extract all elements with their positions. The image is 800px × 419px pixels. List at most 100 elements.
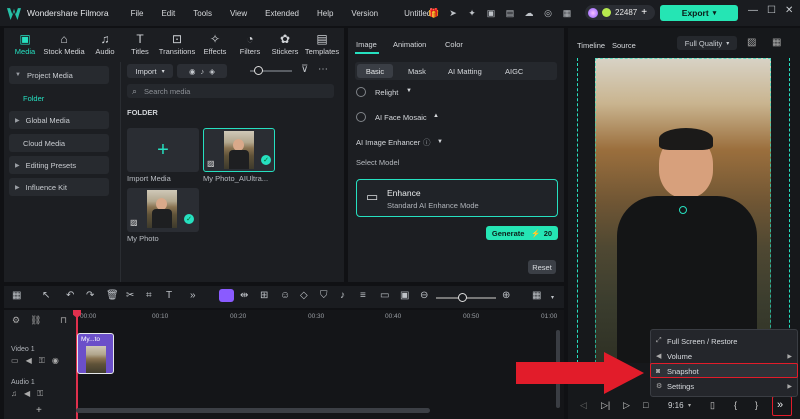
split-icon[interactable]: ✂ <box>126 290 134 301</box>
link-icon[interactable]: ⛓ <box>30 315 41 326</box>
audio-mixer-icon[interactable]: ≡ <box>360 290 366 301</box>
tab-animation[interactable]: Animation <box>393 40 426 49</box>
aspect-ratio-select[interactable]: 9:16 <box>668 401 684 410</box>
grid-icon[interactable]: ▦ <box>561 7 573 19</box>
sidebar-item-global-media[interactable]: ▶ Global Media <box>9 111 109 129</box>
shield-icon[interactable]: ⛉ <box>320 290 328 301</box>
record-icon[interactable]: ◉ <box>189 67 196 76</box>
reset-button[interactable]: Reset <box>528 260 556 274</box>
speaker-icon[interactable]: ◀ <box>26 356 32 366</box>
keyframe-icon[interactable]: ◇ <box>300 290 308 301</box>
menu-version[interactable]: Version <box>351 9 378 18</box>
menu-file[interactable]: File <box>131 9 144 18</box>
tab-templates[interactable]: ▤ Templates <box>299 32 345 56</box>
chevron-up-icon[interactable]: ▲ <box>433 113 439 119</box>
search-input[interactable]: Search media <box>144 87 190 96</box>
image-compare-icon[interactable]: ▨ <box>747 37 756 48</box>
tab-image[interactable]: Image <box>356 40 377 49</box>
sidebar-item-editing-presets[interactable]: ▶ Editing Presets <box>9 156 109 174</box>
zoom-slider-handle[interactable] <box>458 293 467 302</box>
menu-item-settings[interactable]: ⚙ Settings ▶ <box>651 379 797 393</box>
ai-portrait-icon[interactable]: ☺ <box>280 290 290 301</box>
subtab-mask[interactable]: Mask <box>408 67 426 76</box>
lock-icon[interactable]: ⚿ <box>37 389 43 399</box>
add-track-icon[interactable]: ⊞ <box>260 290 268 301</box>
add-track-icon[interactable]: + <box>36 405 42 416</box>
media-item-ai-ultra[interactable]: ▨ ✓ <box>203 128 275 172</box>
chevron-down-icon[interactable]: ▼ <box>437 139 443 145</box>
menu-view[interactable]: View <box>230 9 247 18</box>
voice-icon[interactable]: ◈ <box>209 67 215 76</box>
generate-button[interactable]: Generate ⚡ 20 <box>486 226 558 240</box>
more-icon[interactable]: ⋯ <box>318 64 328 75</box>
video-clip[interactable]: My...to <box>77 333 114 374</box>
cloud-icon[interactable]: ☁ <box>523 7 535 19</box>
add-credits-icon[interactable]: + <box>641 7 647 18</box>
headset-icon[interactable]: ◎ <box>542 7 554 19</box>
search-box[interactable]: ⌕ Search media <box>127 84 334 98</box>
media-item-my-photo[interactable]: ▨ ✓ <box>127 188 199 232</box>
magnet-icon[interactable]: ⊓ <box>60 315 67 326</box>
eye-icon[interactable]: ◉ <box>52 356 59 366</box>
chevron-down-icon[interactable]: ▾ <box>551 294 554 301</box>
more-tools-icon[interactable]: » <box>190 290 196 301</box>
tab-source-preview[interactable]: Source <box>612 41 636 50</box>
delete-icon[interactable]: 🗑 <box>106 290 119 301</box>
menu-tools[interactable]: Tools <box>193 9 212 18</box>
microphone-icon[interactable]: ♪ <box>340 290 345 301</box>
quality-dropdown[interactable]: Full Quality ▾ <box>677 36 737 50</box>
subtab-ai-matting[interactable]: AI Matting <box>448 67 482 76</box>
speaker-icon[interactable]: ◀ <box>24 389 30 399</box>
snapshot-icon[interactable]: ▣ <box>400 290 409 301</box>
close-icon[interactable]: ✕ <box>785 5 793 16</box>
save-icon[interactable]: ▤ <box>504 7 516 19</box>
slider-handle[interactable] <box>254 66 263 75</box>
menu-edit[interactable]: Edit <box>161 9 175 18</box>
maximize-icon[interactable]: ☐ <box>767 5 776 16</box>
relight-toggle[interactable] <box>356 87 366 97</box>
menu-extended[interactable]: Extended <box>265 9 299 18</box>
gift-icon[interactable]: 🎁 <box>428 7 440 19</box>
send-icon[interactable]: ➤ <box>447 7 459 19</box>
tab-stock-media[interactable]: ⌂ Stock Media <box>41 32 87 56</box>
tab-timeline-preview[interactable]: Timeline <box>577 41 605 50</box>
filter-icon[interactable]: ⊽ <box>301 64 308 75</box>
preview-canvas[interactable] <box>595 58 771 363</box>
minimize-icon[interactable]: — <box>748 5 758 16</box>
lightbulb-icon[interactable]: ✦ <box>466 7 478 19</box>
tab-color[interactable]: Color <box>445 40 463 49</box>
chevron-down-icon[interactable]: ▼ <box>406 88 412 94</box>
subtab-basic[interactable]: Basic <box>357 64 393 78</box>
ai-mate-icon[interactable] <box>219 289 234 302</box>
stop-icon[interactable]: □ <box>643 400 648 410</box>
sidebar-item-influence-kit[interactable]: ▶ Influence Kit <box>9 178 109 196</box>
crop-icon[interactable]: ⌗ <box>146 290 152 301</box>
lock-icon[interactable]: ⚿ <box>39 356 45 366</box>
face-mosaic-toggle[interactable] <box>356 112 366 122</box>
import-dropdown[interactable]: Import ▾ <box>127 64 173 78</box>
redo-icon[interactable]: ↷ <box>86 290 94 301</box>
text-tool-icon[interactable]: T <box>166 290 172 301</box>
mark-out-icon[interactable]: } <box>755 400 758 410</box>
track-camera-icon[interactable]: ▭ <box>11 356 19 366</box>
credits-badge[interactable]: 22487 + <box>585 5 655 20</box>
record-tools[interactable]: ◉ ♪ ◈ <box>177 64 227 78</box>
menu-item-volume[interactable]: ◀ Volume ▶ <box>651 349 797 363</box>
music-icon[interactable]: ♫ <box>11 389 17 399</box>
sidebar-item-project-media[interactable]: ▼ Project Media <box>9 66 109 84</box>
undo-icon[interactable]: ↶ <box>66 290 74 301</box>
grid-view-icon[interactable]: ▦ <box>772 37 781 48</box>
previous-frame-icon[interactable]: ◁ <box>580 400 587 411</box>
menu-item-fullscreen[interactable]: ⤢ Full Screen / Restore <box>651 334 797 348</box>
microphone-icon[interactable]: ♪ <box>201 67 205 76</box>
message-icon[interactable]: ▣ <box>485 7 497 19</box>
play-icon[interactable]: ▷ <box>623 400 630 411</box>
layout-icon[interactable]: ▦ <box>12 290 21 301</box>
mark-in-icon[interactable]: { <box>734 400 737 410</box>
import-media-tile[interactable]: + <box>127 128 199 172</box>
render-preview-icon[interactable]: ▯ <box>710 400 715 411</box>
screen-icon[interactable]: ▭ <box>380 290 389 301</box>
enhance-model-card[interactable]: ▭ Enhance Standard AI Enhance Mode <box>356 179 558 217</box>
zoom-out-icon[interactable]: ⊖ <box>420 290 428 301</box>
zoom-in-icon[interactable]: ⊕ <box>502 290 510 301</box>
